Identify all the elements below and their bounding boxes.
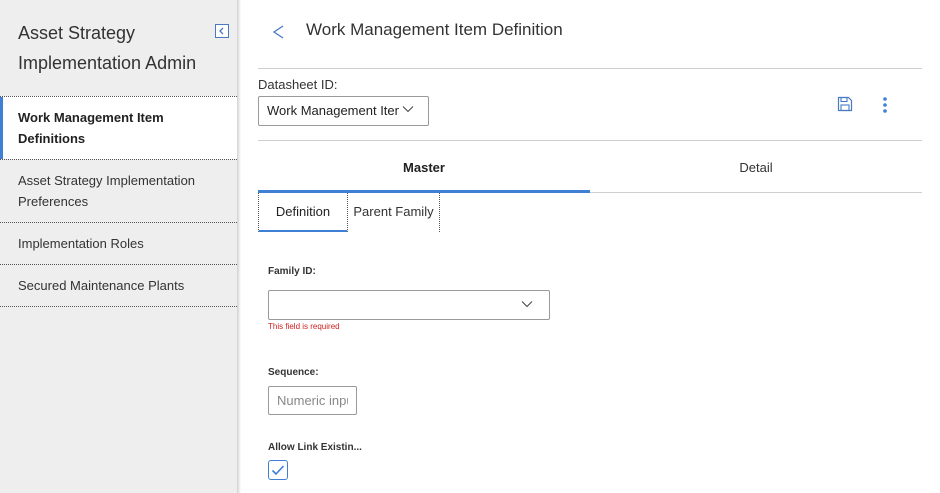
main-tabs: Master Detail [258,141,922,193]
tab-master[interactable]: Master [258,141,590,193]
sidebar-item-label: Work Management Item Definitions [18,110,164,146]
chevron-left-icon [219,27,224,35]
sidebar-item-implementation-roles[interactable]: Implementation Roles [0,222,237,264]
sidebar-item-secured-maintenance-plants[interactable]: Secured Maintenance Plants [0,264,237,307]
sidebar-item-label: Secured Maintenance Plants [18,278,185,293]
save-button[interactable] [837,96,853,112]
datasheet-id-label: Datasheet ID: [258,77,338,92]
family-id-error: This field is required [268,322,340,331]
sequence-input[interactable] [268,386,357,415]
datasheet-id-value: Work Management Item [267,103,399,118]
sidebar-item-label: Implementation Roles [18,236,144,251]
family-id-select[interactable] [268,290,550,320]
more-options-button[interactable] [877,96,893,114]
chevron-down-icon [402,106,414,113]
main-content: Work Management Item Definition Datashee… [241,0,940,493]
datasheet-id-select[interactable]: Work Management Item [258,96,429,126]
tab-detail[interactable]: Detail [590,141,922,193]
collapse-sidebar-button[interactable] [215,24,229,38]
chevron-down-icon [521,301,533,308]
tab-definition[interactable]: Definition [258,193,348,232]
sidebar-item-label: Asset Strategy Implementation Preference… [18,173,196,209]
sidebar-item-work-management-item-definitions[interactable]: Work Management Item Definitions [0,96,237,159]
more-vertical-icon [883,97,887,113]
header-divider [258,68,922,69]
save-icon [837,96,853,112]
checkmark-icon [271,465,285,476]
tabs-divider [590,192,922,193]
tab-parent-family[interactable]: Parent Family [348,193,440,232]
allow-link-existing-checkbox[interactable] [268,460,288,480]
sidebar-nav: Work Management Item Definitions Asset S… [0,96,237,307]
sidebar-item-asset-strategy-implementation-preferences[interactable]: Asset Strategy Implementation Preference… [0,159,237,222]
sequence-label: Sequence: [268,367,319,378]
arrow-left-icon [272,25,284,39]
sidebar-title: Asset Strategy Implementation Admin [18,23,197,73]
page-title: Work Management Item Definition [306,20,563,39]
sidebar: Asset Strategy Implementation Admin Work… [0,0,237,493]
family-id-label: Family ID: [268,266,316,277]
allow-link-existing-label: Allow Link Existin... [268,442,362,453]
back-button[interactable] [269,22,289,42]
